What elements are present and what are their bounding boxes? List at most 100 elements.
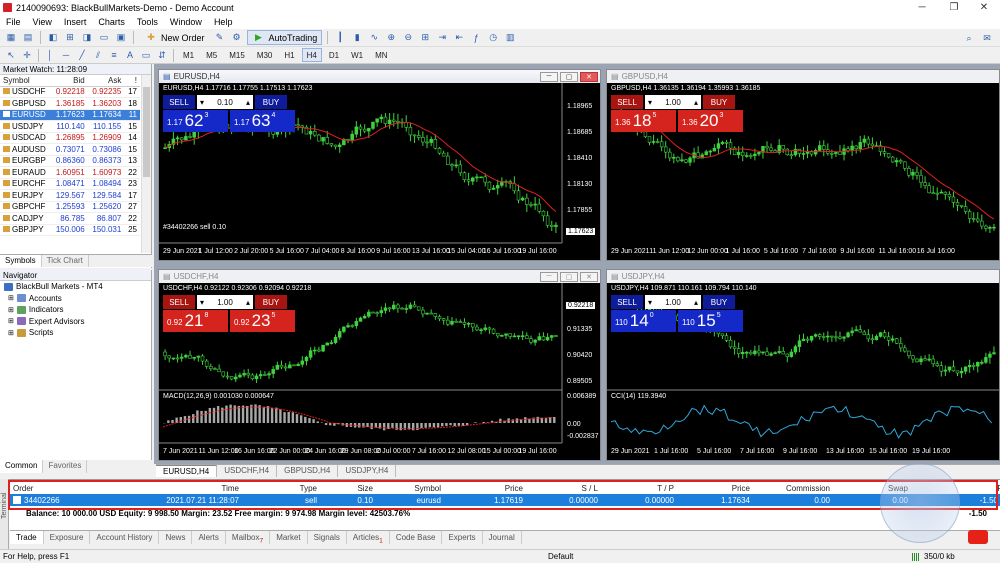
chat-icon[interactable]: ✉ (980, 31, 994, 45)
menu-view[interactable]: View (27, 17, 58, 27)
tab-trade[interactable]: Trade (10, 531, 44, 544)
market-watch-scrollbar[interactable] (141, 75, 151, 253)
data-window-icon[interactable]: ⊞ (63, 31, 77, 45)
increase-icon[interactable]: ▴ (246, 98, 250, 107)
nav-item-accounts[interactable]: ⊞ Accounts (0, 293, 151, 305)
decrease-icon[interactable]: ▾ (200, 298, 204, 307)
menu-help[interactable]: Help (208, 17, 239, 27)
sell-button[interactable]: SELL (163, 95, 195, 109)
col-bid[interactable]: Bid (51, 75, 88, 87)
vertical-line-icon[interactable]: │ (43, 48, 57, 62)
line-chart-icon[interactable]: ∿ (367, 31, 381, 45)
tester-icon[interactable]: ▣ (114, 31, 128, 45)
zoom-out-icon[interactable]: ⊖ (401, 31, 415, 45)
profiles-icon[interactable]: ▤ (21, 31, 35, 45)
close-icon[interactable]: ✕ (968, 0, 1000, 15)
timeframe-m1[interactable]: M1 (178, 48, 199, 62)
tab-journal[interactable]: Journal (483, 531, 522, 544)
crosshair-icon[interactable]: ✛ (20, 48, 34, 62)
order-row[interactable]: 34402266 2021.07.21 11:28:07 sell 0.10 e… (10, 494, 1000, 506)
tab-account-history[interactable]: Account History (90, 531, 160, 544)
timeframe-h1[interactable]: H1 (279, 48, 299, 62)
sell-price[interactable]: 1.36 18 5 (611, 110, 676, 132)
channel-icon[interactable]: ⫽ (91, 48, 105, 62)
zoom-in-icon[interactable]: ⊕ (384, 31, 398, 45)
col-price[interactable]: Price (444, 484, 526, 493)
tile-windows-icon[interactable]: ⊞ (418, 31, 432, 45)
chart-window-eurusd[interactable]: ▤ EURUSD,H4 ─ ▢ ✕ EURUSD,H4 1.17716 1.1775… (158, 69, 601, 261)
market-watch-row[interactable]: EURUSD 1.17623 1.17634 11 (0, 109, 140, 121)
chart-canvas-usdjpy[interactable]: USDJPY,H4 109.871 110.161 109.794 110.14… (607, 283, 999, 460)
chart-minimize-icon[interactable]: ─ (540, 271, 558, 282)
col-type[interactable]: Type (242, 484, 320, 493)
sell-price[interactable]: 110 14 0 (611, 310, 676, 332)
search-icon[interactable]: ⌕ (962, 31, 976, 45)
menu-file[interactable]: File (0, 17, 27, 27)
buy-price[interactable]: 0.92 23 5 (230, 310, 295, 332)
terminal-icon[interactable]: ▭ (97, 31, 111, 45)
market-watch-row[interactable]: GBPCHF 1.25593 1.25620 27 (0, 201, 140, 213)
chart-shift-icon[interactable]: ⇤ (452, 31, 466, 45)
buy-price[interactable]: 1.36 20 3 (678, 110, 743, 132)
fibonacci-icon[interactable]: ≡ (107, 48, 121, 62)
tab-market[interactable]: Market (270, 531, 308, 544)
nav-item-indicators[interactable]: ⊞ Indicators (0, 304, 151, 316)
chart-window-gbpusd[interactable]: ▤ GBPUSD,H4 GBPUSD,H4 1.36135 1.36194 1.… (606, 69, 1000, 261)
nav-item-account-root[interactable]: BlackBull Markets - MT4 (0, 281, 151, 293)
sell-button[interactable]: SELL (611, 95, 643, 109)
tab-symbols[interactable]: Symbols (0, 255, 42, 267)
chart-canvas-usdchf[interactable]: USDCHF,H4 0.92122 0.92306 0.92094 0.9221… (159, 283, 600, 460)
tab-exposure[interactable]: Exposure (44, 531, 91, 544)
market-watch-row[interactable]: GBPJPY 150.006 150.031 25 (0, 224, 140, 236)
timeframe-mn[interactable]: MN (370, 48, 392, 62)
bar-chart-icon[interactable]: ┃ (333, 31, 347, 45)
candlestick-icon[interactable]: ▮ (350, 31, 364, 45)
market-watch-row[interactable]: EURJPY 129.567 129.584 17 (0, 189, 140, 202)
cursor-icon[interactable]: ↖ (4, 48, 18, 62)
market-watch-row[interactable]: EURCHF 1.08471 1.08494 23 (0, 178, 140, 190)
col-size[interactable]: Size (320, 484, 376, 493)
horizontal-line-icon[interactable]: ─ (59, 48, 73, 62)
indicators-icon[interactable]: ƒ (469, 31, 483, 45)
increase-icon[interactable]: ▴ (694, 98, 698, 107)
tab-articles[interactable]: Articles1 (347, 531, 390, 545)
chart-canvas-eurusd[interactable]: EURUSD,H4 1.17716 1.17755 1.17513 1.1762… (159, 83, 600, 260)
market-watch-row[interactable]: GBPUSD 1.36185 1.36203 18 (0, 97, 140, 110)
tab-experts[interactable]: Experts (442, 531, 483, 544)
arrows-icon[interactable]: ⇵ (155, 48, 169, 62)
decrease-icon[interactable]: ▾ (648, 98, 652, 107)
decrease-icon[interactable]: ▾ (648, 298, 652, 307)
col-symbol[interactable]: Symbol (0, 75, 52, 87)
text-icon[interactable]: A (123, 48, 137, 62)
lot-size-input[interactable]: ▾ 1.00 ▴ (197, 295, 253, 309)
tab-mailbox[interactable]: Mailbox7 (226, 531, 271, 545)
col-order[interactable]: Order (10, 484, 70, 493)
nav-item-scripts[interactable]: ⊞ Scripts (0, 327, 151, 339)
market-watch-icon[interactable]: ◧ (46, 31, 60, 45)
timeframe-m30[interactable]: M30 (252, 48, 278, 62)
col-sl[interactable]: S / L (526, 484, 601, 493)
market-watch-row[interactable]: CADJPY 86.785 86.807 22 (0, 212, 140, 225)
buy-button[interactable]: BUY (703, 95, 735, 109)
tab-tick-chart[interactable]: Tick Chart (42, 255, 89, 267)
buy-price[interactable]: 110 15 5 (678, 310, 743, 332)
terminal-handle[interactable]: Terminal (0, 479, 9, 549)
timeframe-m15[interactable]: M15 (224, 48, 250, 62)
lot-size-input[interactable]: ▾ 1.00 ▴ (645, 95, 701, 109)
autoscroll-icon[interactable]: ⇥ (435, 31, 449, 45)
sell-price[interactable]: 0.92 21 8 (163, 310, 228, 332)
tab-code-base[interactable]: Code Base (390, 531, 443, 544)
timeframe-m5[interactable]: M5 (201, 48, 222, 62)
menu-insert[interactable]: Insert (58, 17, 93, 27)
timeframe-h4[interactable]: H4 (301, 48, 322, 62)
increase-icon[interactable]: ▴ (694, 298, 698, 307)
scrollbar-thumb[interactable] (143, 87, 150, 177)
chart-canvas-gbpusd[interactable]: GBPUSD,H4 1.36135 1.36194 1.35993 1.3618… (607, 83, 999, 260)
menu-charts[interactable]: Charts (92, 17, 131, 27)
minimize-icon[interactable]: ─ (906, 0, 938, 15)
chart-tab-gbpusd[interactable]: GBPUSD,H4 (277, 465, 339, 477)
chart-tab-usdchf[interactable]: USDCHF,H4 (217, 465, 278, 477)
buy-price[interactable]: 1.17 63 4 (230, 110, 295, 132)
maximize-icon[interactable]: ❐ (938, 0, 970, 15)
buy-button[interactable]: BUY (703, 295, 735, 309)
